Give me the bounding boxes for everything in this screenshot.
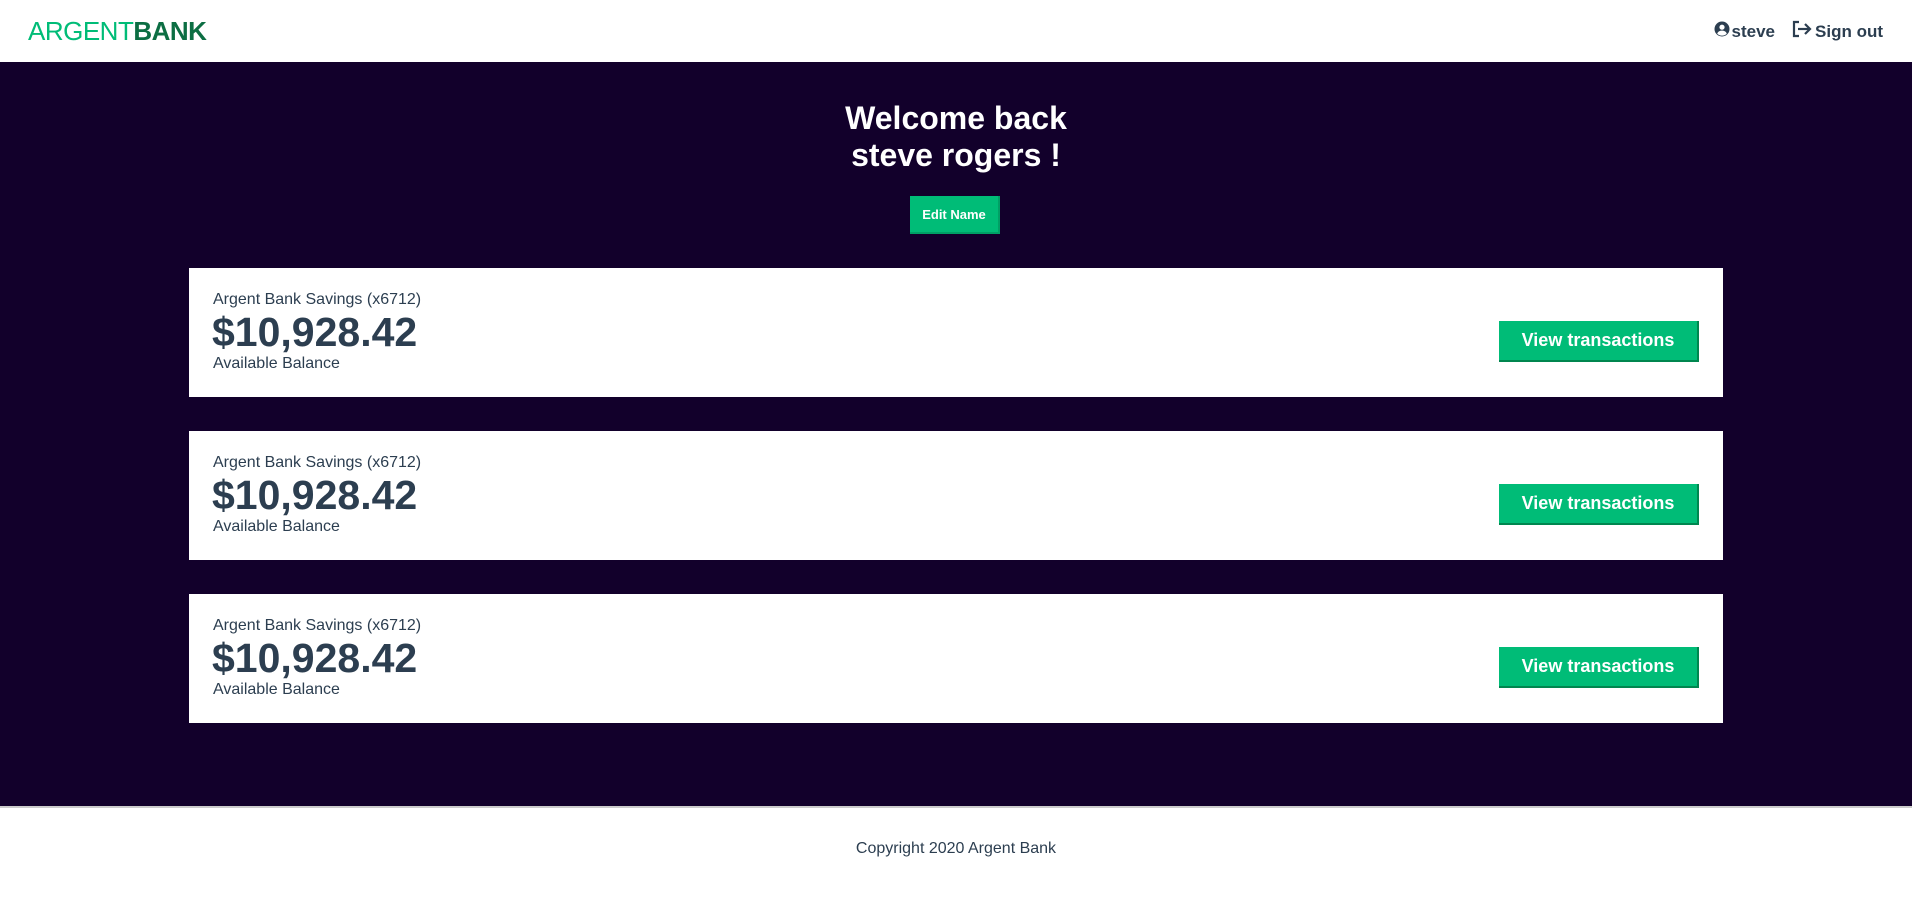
edit-name-button[interactable]: Edit Name bbox=[910, 196, 1000, 234]
copyright-text: Copyright 2020 Argent Bank bbox=[855, 840, 1057, 857]
account-card: Argent Bank Savings (x6712) $10,928.42 A… bbox=[189, 268, 1723, 397]
account-amount-description: Available Balance bbox=[213, 681, 340, 698]
welcome-line: Welcome back bbox=[845, 100, 1067, 136]
user-profile-link[interactable]: steve bbox=[1714, 21, 1775, 42]
user-circle-icon bbox=[1714, 21, 1732, 42]
footer: Copyright 2020 Argent Bank bbox=[0, 806, 1912, 898]
account-amount: $10,928.42 bbox=[212, 309, 418, 355]
view-transactions-button[interactable]: View transactions bbox=[1499, 484, 1699, 525]
view-transactions-button[interactable]: View transactions bbox=[1499, 647, 1699, 688]
account-amount: $10,928.42 bbox=[212, 635, 418, 681]
argent-bank-logo[interactable]: ARGENT BANK bbox=[28, 16, 207, 46]
sign-out-link[interactable]: Sign out bbox=[1791, 20, 1883, 43]
account-amount-description: Available Balance bbox=[213, 355, 340, 372]
user-nav: steve Sign out bbox=[1714, 20, 1883, 43]
welcome-heading: Welcome back steve rogers ! bbox=[0, 100, 1912, 174]
top-navigation: ARGENT BANK steve Sign out bbox=[0, 0, 1912, 62]
main-content: Welcome back steve rogers ! Edit Name Ar… bbox=[0, 62, 1912, 806]
account-amount: $10,928.42 bbox=[212, 472, 418, 518]
account-card: Argent Bank Savings (x6712) $10,928.42 A… bbox=[189, 594, 1723, 723]
sign-out-label: Sign out bbox=[1815, 21, 1883, 41]
user-full-name: steve rogers ! bbox=[851, 137, 1061, 173]
user-name: steve bbox=[1731, 21, 1776, 41]
account-title: Argent Bank Savings (x6712) bbox=[213, 617, 422, 634]
view-transactions-button[interactable]: View transactions bbox=[1499, 321, 1699, 362]
logo-text-bank: BANK bbox=[133, 16, 207, 46]
logo-text-argent: ARGENT bbox=[28, 16, 134, 46]
sign-out-icon bbox=[1791, 20, 1815, 43]
account-card: Argent Bank Savings (x6712) $10,928.42 A… bbox=[189, 431, 1723, 560]
account-title: Argent Bank Savings (x6712) bbox=[213, 454, 422, 471]
account-amount-description: Available Balance bbox=[213, 518, 340, 535]
account-title: Argent Bank Savings (x6712) bbox=[213, 291, 422, 308]
